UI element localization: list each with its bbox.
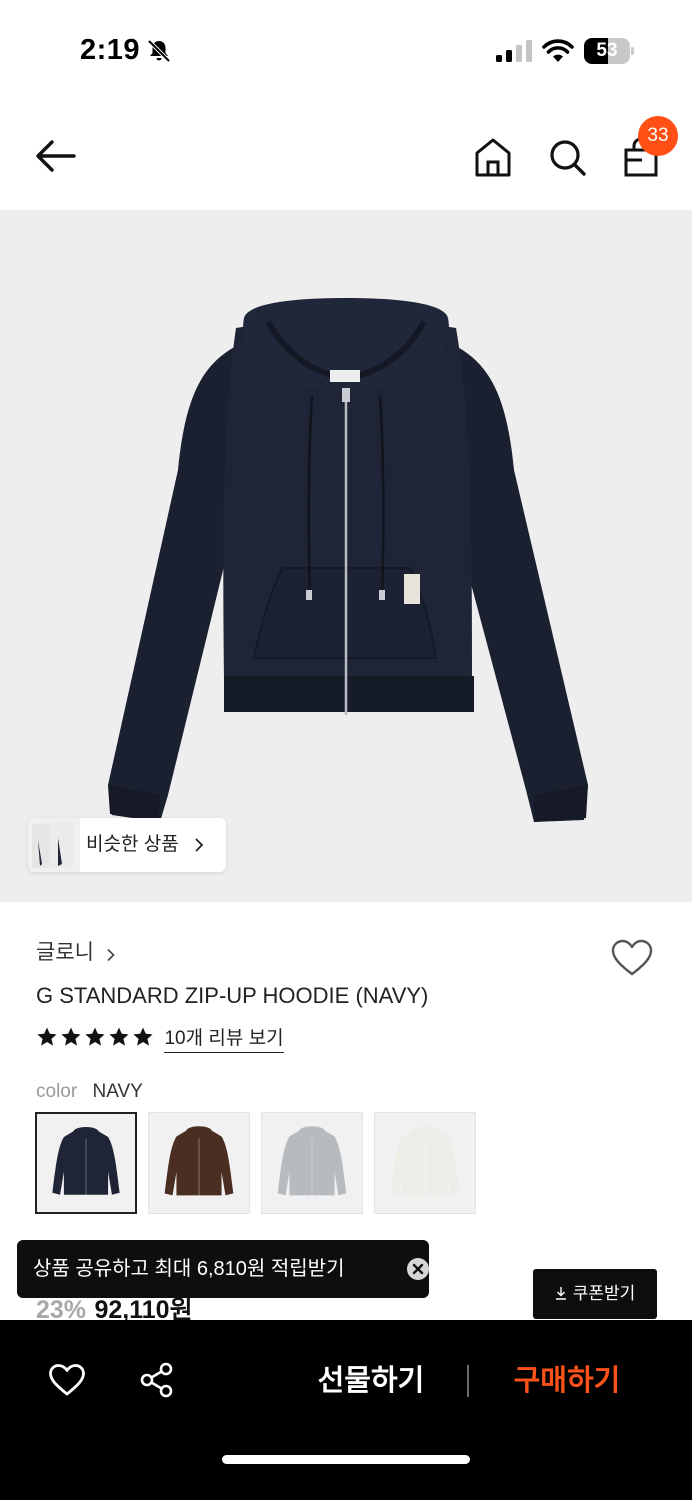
- color-value: NAVY: [92, 1081, 143, 1102]
- top-navigation: 33: [0, 100, 692, 210]
- star-icon: [37, 1027, 57, 1046]
- coupon-button[interactable]: 쿠폰받기: [533, 1269, 657, 1319]
- hoodie-photo: [108, 298, 588, 822]
- status-bar: 2:19 53: [0, 0, 692, 100]
- product-image[interactable]: 비슷한 상품: [0, 210, 692, 902]
- review-link[interactable]: 10개 리뷰 보기: [164, 1026, 284, 1053]
- home-indicator: [222, 1455, 470, 1464]
- cellular-signal-icon: [496, 40, 532, 62]
- swatch-hoodie-image: [52, 1126, 120, 1195]
- divider: [467, 1365, 469, 1397]
- home-icon[interactable]: [472, 136, 514, 178]
- color-label: color: [36, 1081, 78, 1102]
- share-reward-toast[interactable]: 상품 공유하고 최대 6,810원 적립받기: [17, 1240, 429, 1298]
- wifi-icon: [542, 39, 574, 62]
- star-icon: [85, 1027, 105, 1046]
- similar-products-thumbnails: [28, 818, 80, 872]
- bottom-action-bar: 선물하기 구매하기: [0, 1320, 692, 1500]
- bell-slash-icon: [147, 39, 171, 63]
- swatch-hoodie-image: [390, 1126, 460, 1196]
- brand-name: 글로니: [36, 941, 94, 964]
- color-swatch-gray[interactable]: [261, 1112, 363, 1214]
- product-title: G STANDARD ZIP-UP HOODIE (NAVY): [36, 983, 429, 1008]
- coupon-label: 쿠폰받기: [572, 1284, 636, 1303]
- similar-products-label: 비슷한 상품: [86, 834, 179, 855]
- share-icon[interactable]: [140, 1362, 174, 1398]
- download-icon: [555, 1287, 566, 1300]
- color-swatch-navy[interactable]: [35, 1112, 137, 1214]
- color-row: color NAVY: [36, 1078, 143, 1106]
- cart-count-badge: 33: [638, 116, 678, 156]
- swatch-hoodie-image: [277, 1126, 347, 1196]
- battery-icon: 53: [584, 38, 634, 64]
- brand-link[interactable]: 글로니: [36, 938, 116, 968]
- status-time: 2:19: [80, 34, 141, 66]
- star-icon: [109, 1027, 129, 1046]
- chevron-right-icon: [107, 948, 116, 961]
- discount-rate: 23%: [36, 1296, 87, 1322]
- color-swatch-ivory[interactable]: [374, 1112, 476, 1214]
- star-icon: [133, 1027, 153, 1046]
- toast-message: 상품 공유하고 최대 6,810원 적립받기: [33, 1258, 345, 1280]
- chevron-right-icon: [195, 838, 204, 852]
- close-circle-icon[interactable]: [406, 1257, 430, 1281]
- rating-row: 10개 리뷰 보기: [36, 1026, 284, 1060]
- back-arrow-icon[interactable]: [34, 136, 78, 176]
- star-rating: [36, 1026, 156, 1053]
- color-swatch-brown[interactable]: [148, 1112, 250, 1214]
- wishlist-heart-icon[interactable]: [610, 938, 654, 978]
- star-icon: [61, 1027, 81, 1046]
- similar-products-button[interactable]: 비슷한 상품: [28, 818, 226, 872]
- buy-button[interactable]: 구매하기: [492, 1356, 642, 1406]
- heart-outline-icon[interactable]: [48, 1363, 86, 1397]
- search-icon[interactable]: [546, 136, 588, 178]
- gift-button[interactable]: 선물하기: [296, 1356, 446, 1406]
- swatch-hoodie-image: [164, 1126, 234, 1196]
- battery-level-text: 53: [596, 40, 618, 61]
